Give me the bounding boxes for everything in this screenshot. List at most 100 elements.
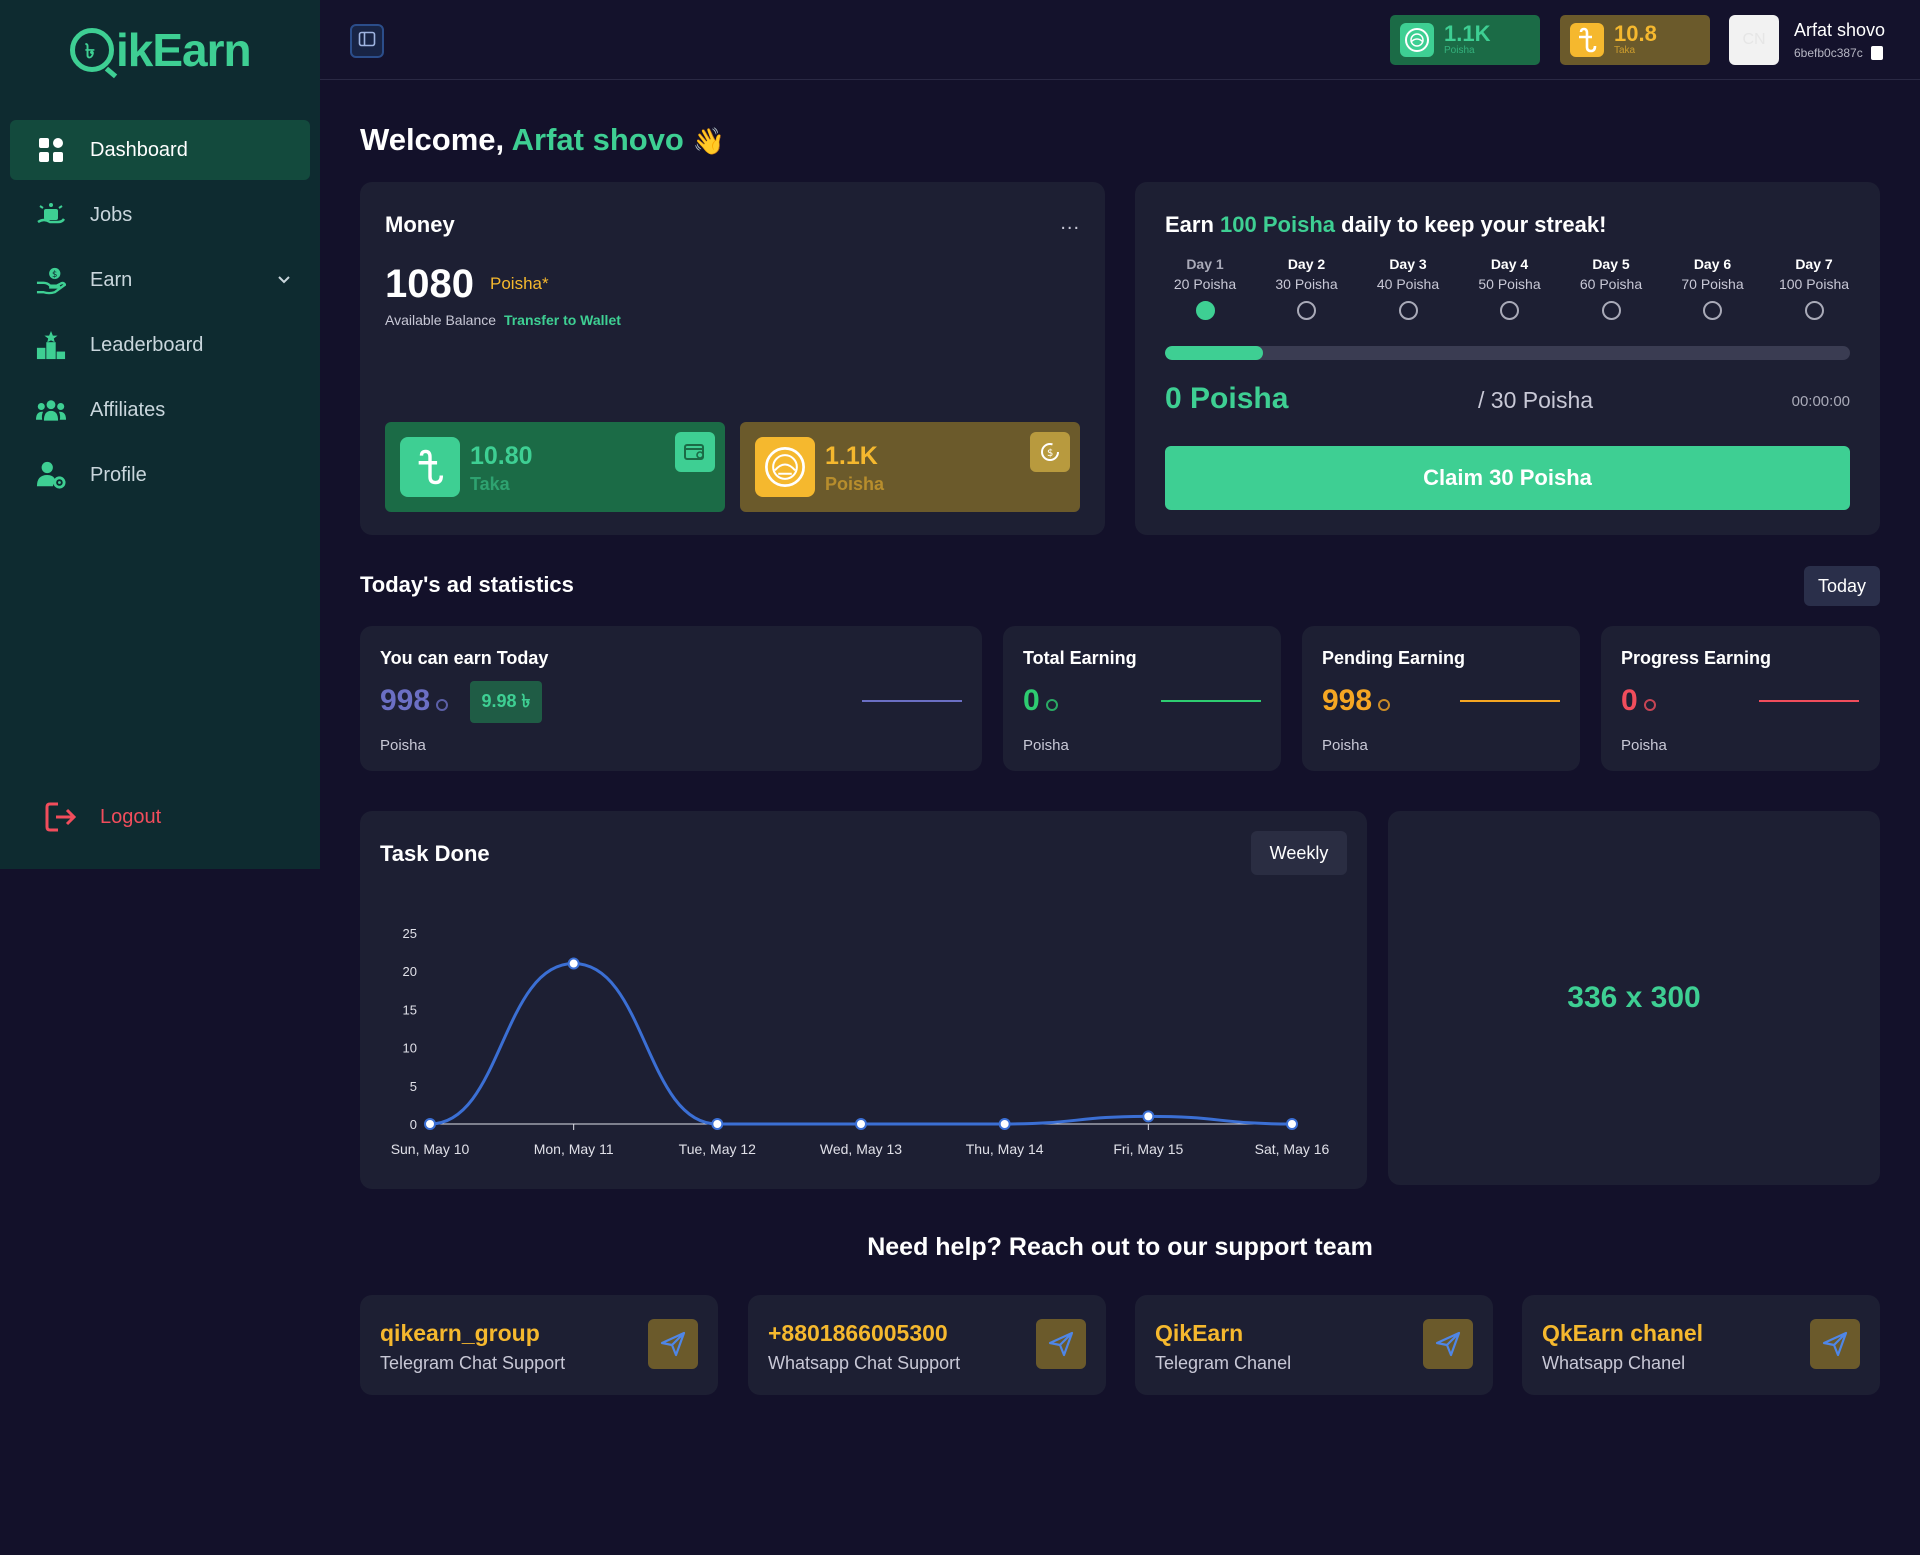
support-title: Need help? Reach out to our support team	[867, 1233, 1373, 1261]
stat-unit: Poisha	[1621, 737, 1667, 754]
y-tick-label: 5	[410, 1079, 417, 1094]
top-header: 1.1K Poisha 10.8 Taka CN Arfat shovo 6be…	[320, 0, 1920, 80]
copy-icon[interactable]	[1870, 46, 1883, 60]
data-point	[424, 1118, 436, 1130]
transfer-to-wallet-link[interactable]: Transfer to Wallet	[504, 312, 621, 328]
streak-current-amount: 0 Poisha	[1165, 382, 1289, 415]
logo-text: ikEarn	[116, 24, 252, 76]
sidebar-item-profile[interactable]: Profile	[10, 445, 310, 505]
claim-button[interactable]: Claim 30 Poisha	[1165, 446, 1850, 510]
send-icon[interactable]	[648, 1319, 698, 1369]
sidebar-toggle-button[interactable]	[350, 24, 384, 58]
money-card: Money ... 1080 Poisha* Available Balance…	[360, 182, 1105, 535]
more-options-icon[interactable]: ...	[1060, 212, 1080, 235]
streak-day-reward: 70 Poisha	[1681, 276, 1744, 292]
streak-day-dot	[1500, 301, 1519, 320]
stat-title: Total Earning	[1023, 648, 1137, 668]
poisha-small-icon	[436, 699, 449, 711]
y-tick-label: 15	[403, 1002, 417, 1017]
dashboard-grid-icon	[36, 135, 66, 165]
welcome-user-name: Arfat shovo	[511, 122, 684, 157]
streak-day-dot	[1398, 301, 1418, 320]
poisha-small-icon	[1643, 699, 1656, 711]
support-card-title: qikearn_group	[380, 1320, 540, 1346]
stat-unit: Poisha	[380, 737, 426, 754]
send-icon[interactable]	[1036, 1319, 1086, 1369]
ad-slot[interactable]: 336 x 300	[1388, 811, 1880, 1185]
stat-value: 0	[1621, 684, 1656, 718]
money-balance: 1080	[385, 262, 474, 306]
streak-timer: 00:00:00	[1791, 393, 1850, 410]
stat-sparkline	[862, 700, 962, 702]
streak-day-reward: 50 Poisha	[1478, 276, 1541, 292]
poisha-wallet-badge[interactable]: 1.1K Poisha	[1390, 15, 1540, 65]
streak-progress-bar	[1165, 346, 1850, 360]
sidebar-toggle-icon	[358, 30, 376, 53]
x-tick-label: Sat, May 16	[1255, 1141, 1330, 1157]
stat-unit: Poisha	[1023, 737, 1069, 754]
streak-day-5: Day 5 60 Poisha	[1561, 256, 1661, 320]
stat-unit: Poisha	[1322, 737, 1368, 754]
daily-streak-card: Earn 100 Poisha daily to keep your strea…	[1135, 182, 1880, 535]
stat-card-progress-earning: Progress Earning 0 Poisha	[1601, 626, 1880, 771]
sidebar-item-jobs[interactable]: Jobs	[10, 185, 310, 245]
sidebar-nav: Dashboard Jobs $ Earn Leaderboard Affili…	[10, 120, 310, 510]
stat-card-total-earning: Total Earning 0 Poisha	[1003, 626, 1281, 771]
user-name: Arfat shovo	[1794, 20, 1886, 40]
app-logo[interactable]: ৳ ikEarn	[70, 22, 252, 78]
data-point	[998, 1118, 1011, 1130]
streak-day-reward: 100 Poisha	[1778, 276, 1850, 292]
logout-button[interactable]: Logout	[44, 800, 161, 834]
wallet-transfer-icon[interactable]	[675, 432, 715, 472]
streak-title: Earn 100 Poisha daily to keep your strea…	[1165, 212, 1606, 238]
stat-value: 0	[1023, 684, 1058, 718]
sidebar-item-affiliates[interactable]: Affiliates	[10, 380, 310, 440]
earn-hand-coin-icon: $	[36, 265, 66, 295]
chevron-down-icon[interactable]	[276, 270, 292, 293]
stat-sparkline	[1460, 700, 1560, 702]
streak-progress-fill	[1165, 346, 1263, 360]
support-card[interactable]: QikEarn Telegram Chanel	[1135, 1295, 1493, 1395]
exchange-icon[interactable]: $	[1030, 432, 1070, 472]
data-point	[567, 957, 580, 970]
sidebar-item-dashboard[interactable]: Dashboard	[10, 120, 310, 180]
x-tick-label: Sun, May 10	[391, 1141, 470, 1157]
svg-text:$: $	[1047, 448, 1053, 459]
avatar[interactable]: CN	[1729, 15, 1779, 65]
taka-wallet-badge[interactable]: 10.8 Taka	[1560, 15, 1710, 65]
data-point	[1142, 1110, 1155, 1123]
ad-slot-label: 336 x 300	[1567, 981, 1701, 1014]
streak-day-dot	[1703, 301, 1722, 320]
support-card[interactable]: QkEarn chanel Whatsapp Chanel	[1522, 1295, 1880, 1395]
support-card[interactable]: +8801866005300 Whatsapp Chat Support	[748, 1295, 1106, 1395]
taka-chip: 9.98 ৳	[470, 681, 542, 723]
y-tick-label: 0	[410, 1117, 417, 1132]
support-card[interactable]: qikearn_group Telegram Chat Support	[360, 1295, 718, 1395]
available-balance-label: Available Balance	[385, 312, 497, 328]
sidebar: ৳ ikEarn Dashboard Jobs $ Earn Leaderboa…	[0, 0, 320, 869]
data-point	[855, 1118, 867, 1130]
stat-title: You can earn Today	[380, 648, 549, 668]
support-card-title: QkEarn chanel	[1542, 1320, 1704, 1346]
sidebar-item-earn[interactable]: $ Earn	[10, 250, 310, 310]
leaderboard-podium-icon	[36, 330, 66, 360]
send-icon[interactable]	[1423, 1319, 1473, 1369]
x-tick-label: Tue, May 12	[679, 1141, 757, 1157]
streak-day-name: Day 6	[1693, 256, 1732, 272]
taka-coin-icon	[1570, 23, 1604, 57]
streak-day-reward: 30 Poisha	[1275, 276, 1338, 292]
x-tick-label: Fri, May 15	[1113, 1141, 1183, 1157]
today-filter-button[interactable]: Today	[1804, 566, 1880, 606]
poisha-small-icon	[1378, 699, 1391, 711]
send-icon[interactable]	[1810, 1319, 1860, 1369]
sidebar-item-leaderboard[interactable]: Leaderboard	[10, 315, 310, 375]
taka-amount: 10.8	[1614, 21, 1657, 46]
support-card-subtitle: Whatsapp Chat Support	[768, 1353, 961, 1373]
y-tick-label: 25	[403, 926, 417, 941]
streak-day-reward: 40 Poisha	[1376, 276, 1440, 292]
streak-day-name: Day 3	[1389, 256, 1427, 272]
x-tick-label: Mon, May 11	[534, 1141, 614, 1157]
y-tick-label: 10	[403, 1041, 417, 1056]
logout-icon	[44, 800, 78, 834]
taka-balance-value: 10.80	[470, 442, 533, 470]
